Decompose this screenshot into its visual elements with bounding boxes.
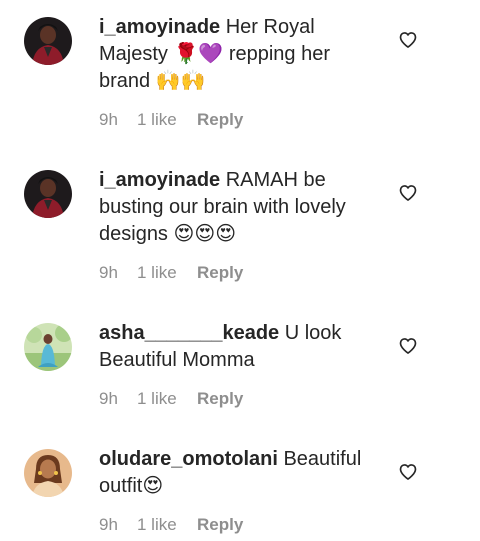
comments-list: i_amoyinade Her Royal Majesty 🌹💜 repping… <box>0 0 480 541</box>
comment-likes[interactable]: 1 like <box>137 263 197 283</box>
comment-body: oludare_omotolani Beautiful outfit😍 <box>99 446 374 500</box>
reply-button[interactable]: Reply <box>197 515 243 535</box>
comment-time: 9h <box>99 515 118 534</box>
comment-time: 9h <box>99 389 118 408</box>
reply-button[interactable]: Reply <box>197 389 243 409</box>
comment-username[interactable]: i_amoyinade <box>99 169 220 191</box>
comment-body: i_amoyinade RAMAH be busting our brain w… <box>99 167 374 248</box>
avatar[interactable] <box>24 170 72 218</box>
comment-text: i_amoyinade Her Royal Majesty 🌹💜 repping… <box>99 14 374 95</box>
comment-likes[interactable]: 1 like <box>137 515 197 535</box>
comment-meta: 9h 1 like Reply <box>99 110 243 130</box>
comment-time: 9h <box>99 110 118 129</box>
heart-outline-icon[interactable] <box>398 183 418 203</box>
comment-body: i_amoyinade Her Royal Majesty 🌹💜 repping… <box>99 14 374 95</box>
reply-button[interactable]: Reply <box>197 110 243 130</box>
comment-username[interactable]: oludare_omotolani <box>99 448 278 470</box>
comment-username[interactable]: asha_______keade <box>99 322 279 344</box>
avatar[interactable] <box>24 17 72 65</box>
comment-meta: 9h 1 like Reply <box>99 515 243 535</box>
comment-time: 9h <box>99 263 118 282</box>
avatar[interactable] <box>24 449 72 497</box>
comment-likes[interactable]: 1 like <box>137 110 197 130</box>
reply-button[interactable]: Reply <box>197 263 243 283</box>
heart-outline-icon[interactable] <box>398 30 418 50</box>
comment-likes[interactable]: 1 like <box>137 389 197 409</box>
comment-text: asha_______keade U look Beautiful Momma <box>99 320 374 374</box>
comment-meta: 9h 1 like Reply <box>99 389 243 409</box>
comment-body: asha_______keade U look Beautiful Momma <box>99 320 374 374</box>
heart-outline-icon[interactable] <box>398 462 418 482</box>
avatar[interactable] <box>24 323 72 371</box>
heart-outline-icon[interactable] <box>398 336 418 356</box>
comment-text: i_amoyinade RAMAH be busting our brain w… <box>99 167 374 248</box>
comment-meta: 9h 1 like Reply <box>99 263 243 283</box>
comment-username[interactable]: i_amoyinade <box>99 16 220 38</box>
comment-text: oludare_omotolani Beautiful outfit😍 <box>99 446 374 500</box>
